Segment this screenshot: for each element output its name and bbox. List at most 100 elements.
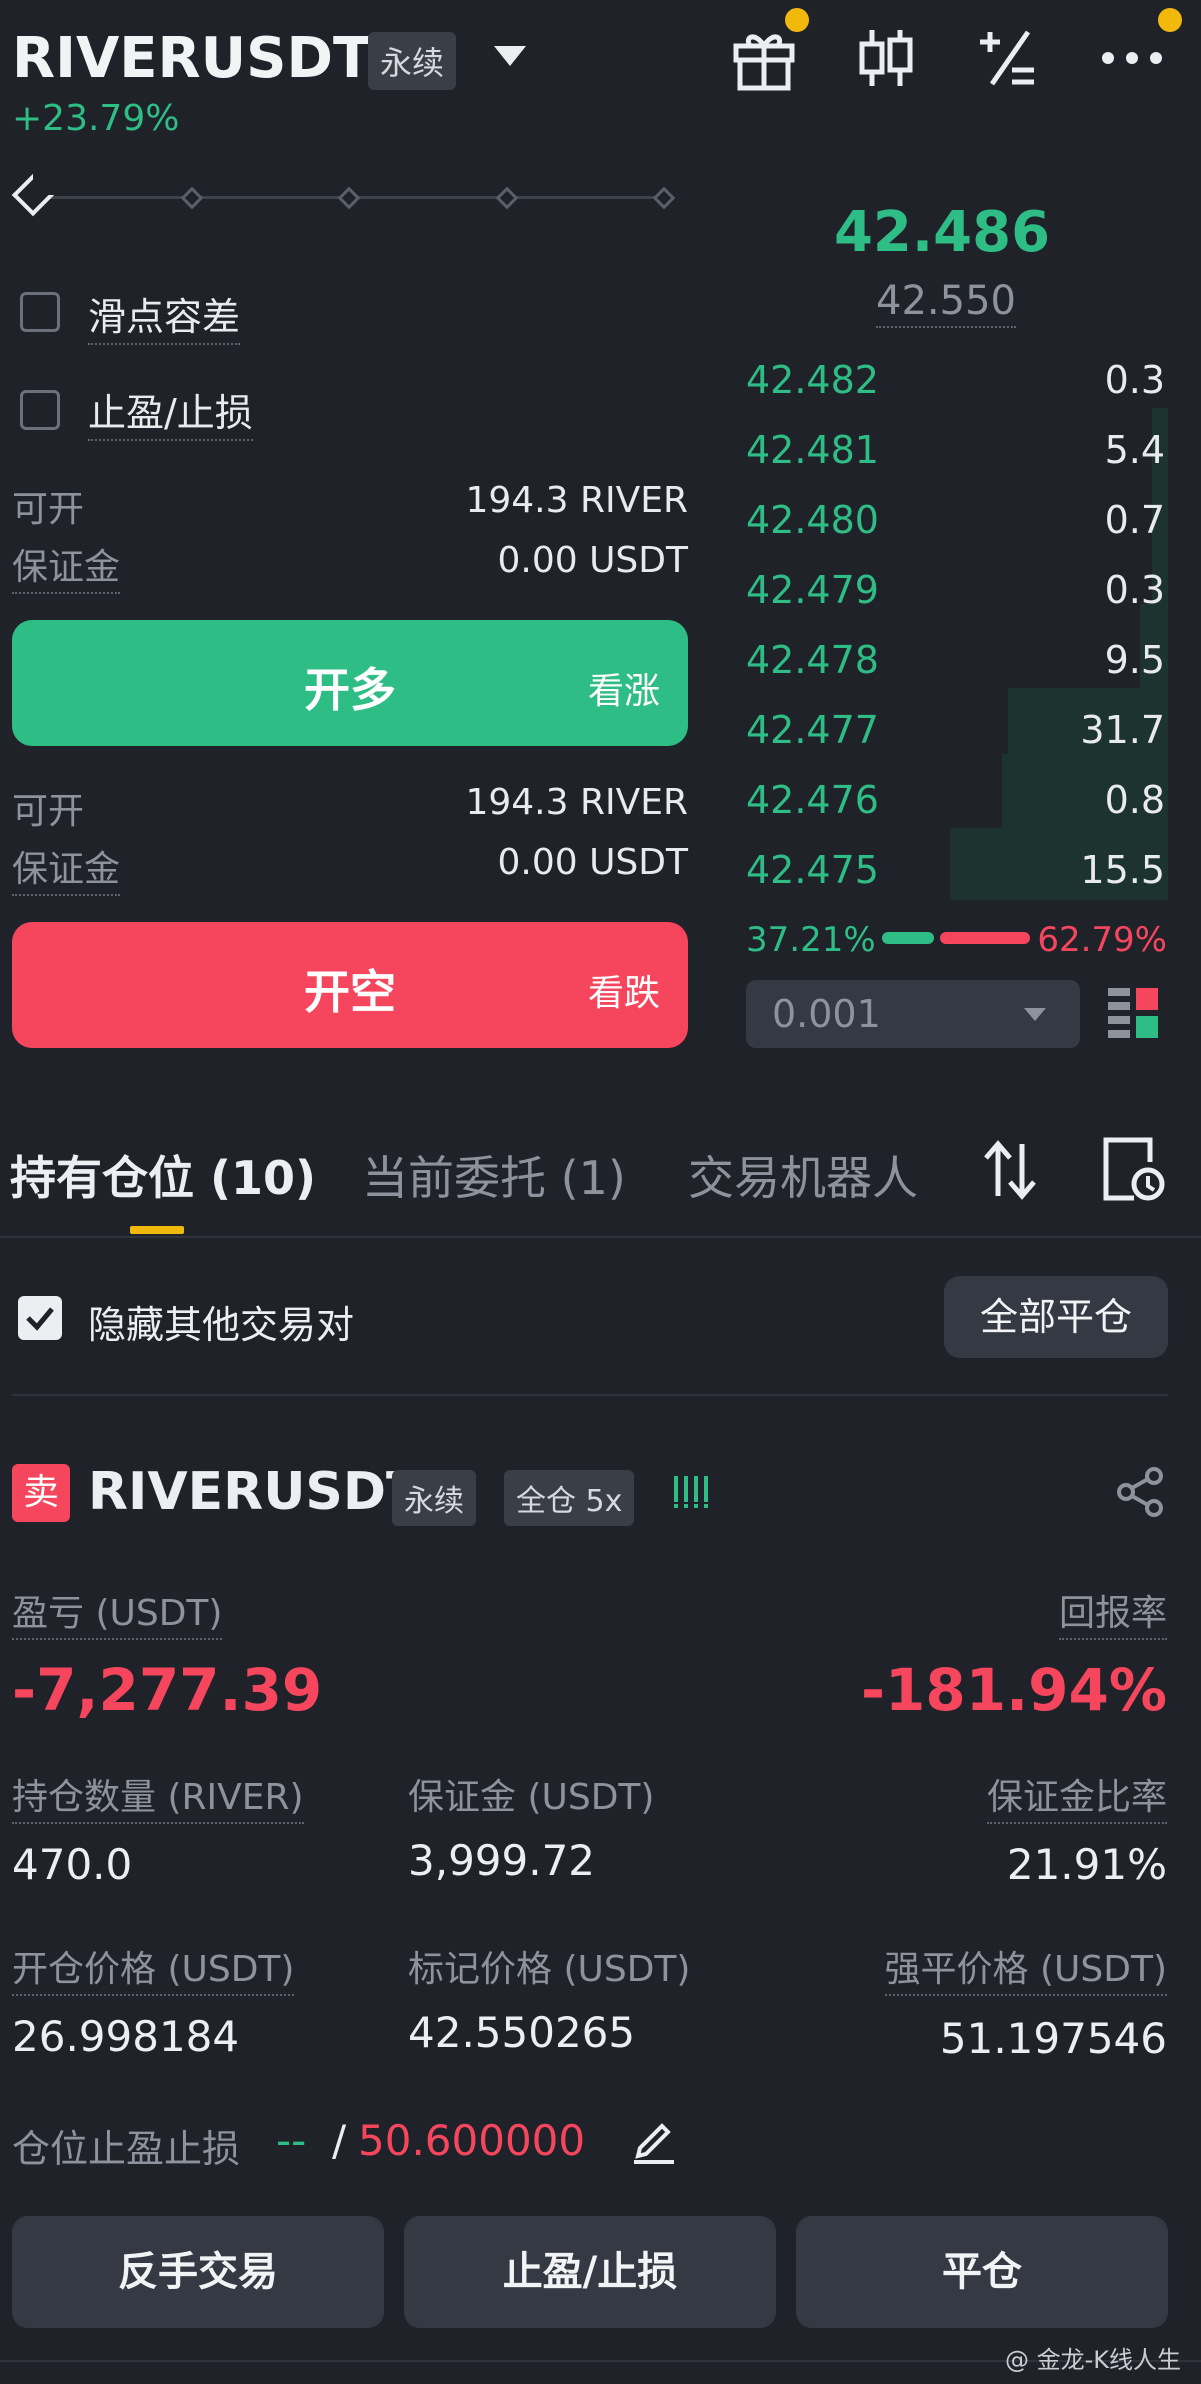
contract-type-badge: 永续: [368, 32, 457, 90]
liq-price-label: 强平价格 (USDT): [884, 1940, 1167, 1996]
sell-side-badge: 卖: [12, 1464, 70, 1522]
last-price: 42.486: [833, 200, 1051, 265]
calculator-icon[interactable]: [972, 22, 1044, 94]
open-short-label: 开空: [304, 965, 396, 1019]
size-label: 持仓数量 (RIVER): [12, 1768, 304, 1824]
margin-label: 保证金: [12, 538, 121, 594]
sl-value: 50.600000: [358, 2116, 586, 2165]
liq-price-value: 51.197546: [939, 2014, 1167, 2063]
chevron-down-icon[interactable]: [494, 46, 526, 66]
open-short-button[interactable]: 开空 看跌: [12, 922, 688, 1048]
tpsl-separator: /: [332, 2116, 347, 2165]
available-value: 194.3 RIVER: [465, 782, 688, 823]
bid-qty: 31.7: [1080, 708, 1165, 752]
roe-label: 回报率: [1058, 1584, 1167, 1640]
bid-price[interactable]: 42.478: [746, 638, 879, 682]
slider-step[interactable]: [180, 186, 204, 210]
available-label: 可开: [12, 489, 85, 530]
sell-ratio: 62.79%: [1037, 920, 1167, 960]
margin-ratio-value: 21.91%: [1006, 1840, 1167, 1889]
more-icon[interactable]: [1096, 22, 1168, 94]
bid-price[interactable]: 42.480: [746, 498, 879, 542]
bid-qty: 15.5: [1080, 848, 1165, 892]
chevron-down-icon: [1024, 1008, 1046, 1021]
divider: [0, 1236, 1201, 1238]
slider-step[interactable]: [495, 186, 519, 210]
tab-underline: [130, 1226, 184, 1234]
bid-qty: 0.8: [1104, 778, 1165, 822]
hide-others-label: 隐藏其他交易对: [88, 1303, 355, 1347]
bid-price[interactable]: 42.481: [746, 428, 879, 472]
bid-qty: 0.3: [1104, 568, 1165, 612]
candlestick-icon[interactable]: [850, 22, 922, 94]
history-icon[interactable]: [1100, 1134, 1168, 1204]
tp-value: --: [276, 2116, 307, 2165]
precision-value: 0.001: [772, 992, 881, 1036]
position-margin-label: 保证金 (USDT): [408, 1777, 655, 1818]
tpsl-button[interactable]: 止盈/止损: [404, 2216, 776, 2328]
position-contract-badge: 永续: [392, 1470, 476, 1526]
notification-dot: [785, 8, 809, 32]
bid-price[interactable]: 42.476: [746, 778, 879, 822]
precision-select[interactable]: 0.001: [746, 980, 1080, 1048]
price-change: +23.79%: [12, 98, 180, 139]
available-label: 可开: [12, 791, 85, 832]
bid-qty: 0.3: [1104, 358, 1165, 402]
watermark: @ 金龙-K线人生: [1004, 2346, 1181, 2374]
margin-value: 0.00 USDT: [497, 842, 688, 883]
slider-step[interactable]: [337, 186, 361, 210]
available-value: 194.3 RIVER: [465, 480, 688, 521]
share-icon[interactable]: [1114, 1466, 1166, 1518]
bid-price[interactable]: 42.482: [746, 358, 879, 402]
open-long-button[interactable]: 开多 看涨: [12, 620, 688, 746]
sell-ratio-bar: [940, 932, 1030, 944]
mark-price-label: 标记价格 (USDT): [408, 1949, 691, 1990]
slippage-checkbox[interactable]: [20, 292, 60, 332]
open-short-sub: 看跌: [587, 973, 660, 1014]
size-value: 470.0: [12, 1840, 133, 1889]
close-all-button[interactable]: 全部平仓: [944, 1276, 1168, 1358]
bid-price[interactable]: 42.477: [746, 708, 879, 752]
book-layout-icon[interactable]: [1106, 984, 1162, 1040]
roe-value: -181.94%: [860, 1656, 1167, 1724]
open-long-label: 开多: [304, 663, 396, 717]
bid-price[interactable]: 42.475: [746, 848, 879, 892]
pnl-label: 盈亏 (USDT): [12, 1584, 223, 1640]
notification-dot: [1158, 8, 1182, 32]
pnl-value: -7,277.39: [12, 1656, 323, 1724]
tpsl-label: 止盈/止损: [88, 382, 253, 441]
buy-ratio-bar: [882, 932, 934, 944]
divider: [12, 1394, 1168, 1396]
entry-price-label: 开仓价格 (USDT): [12, 1940, 295, 1996]
slippage-label: 滑点容差: [88, 286, 241, 345]
signal-bars-icon: [672, 1472, 712, 1512]
sort-icon[interactable]: [978, 1138, 1042, 1202]
hide-others-checkbox[interactable]: [18, 1296, 62, 1340]
tpsl-checkbox[interactable]: [20, 390, 60, 430]
close-position-button[interactable]: 平仓: [796, 2216, 1168, 2328]
bid-price[interactable]: 42.479: [746, 568, 879, 612]
margin-label: 保证金: [12, 840, 121, 896]
position-margin-value: 3,999.72: [408, 1836, 596, 1885]
symbol-title[interactable]: RIVERUSDT: [12, 26, 371, 91]
tab-orders[interactable]: 当前委托 (1): [362, 1142, 626, 1208]
tab-positions[interactable]: 持有仓位 (10): [10, 1142, 316, 1208]
mark-price-value: 42.550265: [408, 2008, 636, 2057]
tab-bots[interactable]: 交易机器人: [688, 1142, 918, 1208]
margin-ratio-label: 保证金比率: [986, 1768, 1167, 1824]
gift-icon[interactable]: [728, 22, 800, 94]
buy-ratio: 37.21%: [746, 920, 876, 960]
slider-handle[interactable]: [11, 173, 55, 217]
bid-qty: 5.4: [1104, 428, 1165, 472]
mark-price[interactable]: 42.550: [876, 278, 1016, 328]
position-symbol[interactable]: RIVERUSDT: [88, 1462, 422, 1522]
reverse-trade-button[interactable]: 反手交易: [12, 2216, 384, 2328]
position-tpsl-label: 仓位止盈止损: [12, 2127, 241, 2171]
slider-step[interactable]: [652, 186, 676, 210]
edit-pencil-icon[interactable]: [628, 2112, 680, 2164]
margin-mode-badge[interactable]: 全仓 5x: [504, 1470, 635, 1526]
entry-price-value: 26.998184: [12, 2012, 240, 2061]
bid-qty: 0.7: [1104, 498, 1165, 542]
open-long-sub: 看涨: [587, 671, 660, 712]
bid-qty: 9.5: [1104, 638, 1165, 682]
